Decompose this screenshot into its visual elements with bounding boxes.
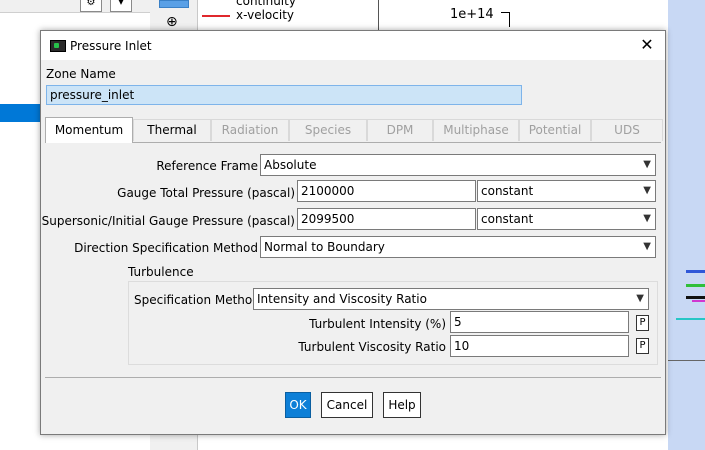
plot-area-background (668, 0, 705, 450)
zone-name-input[interactable]: pressure_inlet (46, 85, 522, 105)
tab-uds: UDS (591, 119, 663, 141)
turbulent-intensity-label: Turbulent Intensity (%) (309, 317, 446, 331)
tab-radiation: Radiation (211, 119, 289, 141)
close-icon[interactable]: ✕ (637, 35, 657, 55)
tree-selected-item[interactable] (0, 104, 40, 122)
gauge-total-pressure-input[interactable]: 2100000 (297, 180, 476, 202)
axis-tick-mark (501, 12, 510, 27)
direction-method-label: Direction Specification Method (74, 241, 258, 255)
tab-multiphase: Multiphase (433, 119, 519, 141)
app-window-icon (50, 40, 66, 52)
gauge-total-pressure-method-value: constant (481, 184, 534, 198)
tab-momentum[interactable]: Momentum (45, 117, 133, 143)
direction-method-value: Normal to Boundary (264, 240, 385, 254)
tree-tool-button[interactable]: ⚙ (80, 0, 102, 12)
help-button[interactable]: Help (383, 392, 421, 418)
spec-method-label: Specification Method (134, 293, 260, 307)
cancel-button[interactable]: Cancel (321, 392, 373, 418)
dialog-titlebar[interactable]: Pressure Inlet ✕ (41, 31, 665, 60)
supersonic-pressure-label: Supersonic/Initial Gauge Pressure (pasca… (41, 214, 295, 228)
residual-curve-green (686, 284, 705, 287)
legend-entry-x-velocity: x-velocity (236, 8, 295, 22)
legend-entry-top: continuity (236, 0, 296, 8)
chevron-down-icon: ▼ (643, 241, 651, 252)
chevron-down-icon: ▼ (643, 159, 651, 170)
turbulent-viscosity-ratio-input[interactable]: 10 (450, 335, 629, 357)
residual-curve-magenta (692, 300, 705, 302)
reference-frame-label: Reference Frame (156, 159, 258, 173)
chevron-down-icon: ▼ (643, 213, 651, 224)
zoom-icon[interactable]: ⊕ (166, 14, 178, 30)
pressure-inlet-dialog: Pressure Inlet ✕ Zone Name pressure_inle… (40, 30, 666, 435)
turbulent-intensity-parameter-button[interactable]: P (636, 315, 649, 331)
chevron-down-icon: ▼ (643, 185, 651, 196)
reference-frame-dropdown[interactable]: Absolute ▼ (260, 154, 656, 176)
supersonic-pressure-method-value: constant (481, 212, 534, 226)
gauge-total-pressure-method-dropdown[interactable]: constant ▼ (477, 180, 656, 202)
zone-name-label: Zone Name (46, 67, 116, 81)
spec-method-dropdown[interactable]: Intensity and Viscosity Ratio ▼ (253, 288, 649, 310)
turbulent-viscosity-ratio-parameter-button[interactable]: P (636, 338, 649, 354)
y-axis-tick-label: 1e+14 (450, 7, 494, 22)
residual-curve-black (686, 296, 705, 299)
plot-x-axis (668, 360, 705, 361)
graphics-tool-button[interactable] (159, 0, 189, 8)
chevron-down-icon: ▼ (636, 293, 644, 304)
dialog-title: Pressure Inlet (70, 39, 152, 53)
ok-button[interactable]: OK (285, 392, 311, 418)
reference-frame-value: Absolute (264, 158, 317, 172)
tab-dpm: DPM (367, 119, 433, 141)
gauge-total-pressure-label: Gauge Total Pressure (pascal) (117, 186, 295, 200)
turbulence-group-title: Turbulence (128, 265, 194, 279)
tab-thermal[interactable]: Thermal (133, 119, 211, 141)
turbulent-intensity-input[interactable]: 5 (450, 311, 629, 333)
supersonic-pressure-input[interactable]: 2099500 (297, 208, 476, 230)
residual-curve-blue (686, 270, 705, 273)
tree-filter-dropdown[interactable]: ▾ (110, 0, 132, 12)
plot-frame-line (378, 0, 379, 30)
tab-species: Species (289, 119, 367, 141)
supersonic-pressure-method-dropdown[interactable]: constant ▼ (477, 208, 656, 230)
direction-method-dropdown[interactable]: Normal to Boundary ▼ (260, 236, 656, 258)
spec-method-value: Intensity and Viscosity Ratio (257, 292, 427, 306)
residual-curve-cyan (676, 318, 705, 320)
turbulent-viscosity-ratio-label: Turbulent Viscosity Ratio (298, 340, 446, 354)
footer-separator (45, 377, 661, 378)
tab-potential: Potential (519, 119, 591, 141)
legend-line-x-velocity (202, 15, 230, 17)
